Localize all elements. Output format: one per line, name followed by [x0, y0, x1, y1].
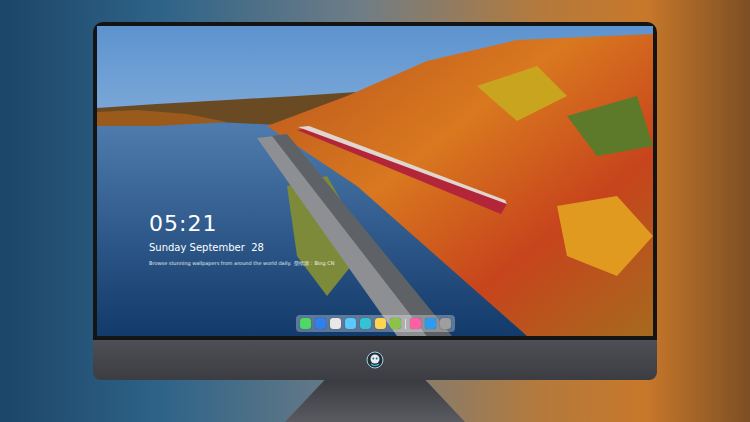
app-icon[interactable] — [425, 318, 436, 329]
app-icon[interactable] — [375, 318, 386, 329]
app-icon[interactable] — [315, 318, 326, 329]
app-icon[interactable] — [330, 318, 341, 329]
app-icon[interactable] — [410, 318, 421, 329]
wallpaper-caption: Browse stunning wallpapers from around t… — [149, 259, 334, 267]
brand-logo-icon — [366, 351, 384, 369]
monitor-stand — [285, 380, 465, 422]
app-icon[interactable] — [345, 318, 356, 329]
screen-bezel: 05:21 Sunday September 28 Browse stunnin… — [93, 22, 657, 340]
lock-clock: 05:21 Sunday September 28 Browse stunnin… — [149, 211, 334, 267]
clock-time: 05:21 — [149, 211, 334, 237]
dock — [296, 315, 455, 332]
dock-area — [97, 315, 653, 332]
app-icon[interactable] — [360, 318, 371, 329]
app-icon[interactable] — [440, 318, 451, 329]
dock-separator — [405, 319, 406, 329]
app-icon[interactable] — [390, 318, 401, 329]
monitor-chin — [93, 340, 657, 380]
app-icon[interactable] — [300, 318, 311, 329]
desktop-screen: 05:21 Sunday September 28 Browse stunnin… — [97, 26, 653, 336]
clock-date: Sunday September 28 — [149, 241, 334, 255]
wallpaper-photo — [97, 26, 653, 336]
monitor: 05:21 Sunday September 28 Browse stunnin… — [0, 0, 750, 422]
